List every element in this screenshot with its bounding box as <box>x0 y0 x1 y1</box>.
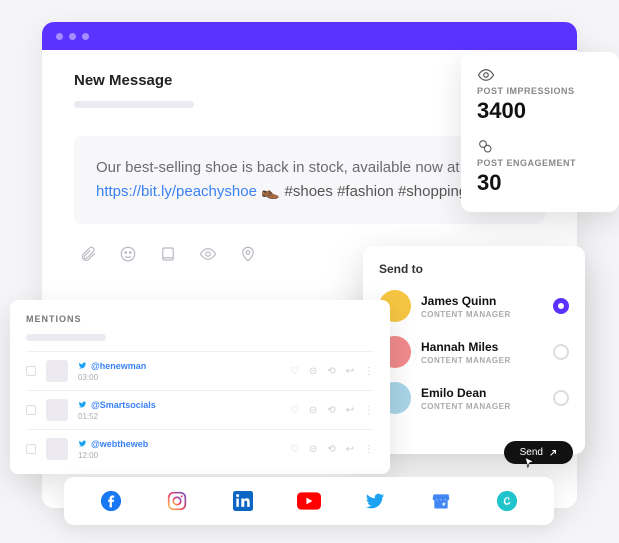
location-icon[interactable] <box>238 244 258 264</box>
message-text: Our best-selling shoe is back in stock, … <box>96 159 460 176</box>
mentions-panel: MENTIONS @henewman03:00♡⊝⟲↩⋮@Smartsocial… <box>10 300 390 474</box>
impressions-value: 3400 <box>477 98 603 124</box>
mention-time: 03:00 <box>78 373 280 382</box>
avatar <box>46 399 68 421</box>
google-business-icon[interactable] <box>429 489 453 513</box>
mention-checkbox[interactable] <box>26 366 36 376</box>
like-icon[interactable]: ♡ <box>290 405 299 416</box>
mention-checkbox[interactable] <box>26 444 36 454</box>
send-button-label: Send <box>520 447 543 458</box>
window-dot[interactable] <box>69 33 76 40</box>
linkedin-icon[interactable] <box>231 489 255 513</box>
mention-time: 12:00 <box>78 451 280 460</box>
engagement-icon <box>477 138 603 154</box>
engagement-value: 30 <box>477 170 603 196</box>
retweet-icon[interactable]: ⟲ <box>327 405 335 416</box>
media-icon[interactable] <box>158 244 178 264</box>
mention-handle[interactable]: @webtheweb <box>78 439 280 449</box>
message-emoji: 👞 <box>261 183 280 200</box>
more-icon[interactable]: ⋮ <box>364 366 374 377</box>
mention-handle[interactable]: @Smartsocials <box>78 400 280 410</box>
mention-row[interactable]: @Smartsocials 01:52 ♡ ⊝ ⟲ ↩ ⋮ <box>26 390 374 429</box>
impressions-icon <box>477 68 603 82</box>
person-row[interactable]: Hannah Miles CONTENT MANAGER <box>379 336 569 368</box>
message-link[interactable]: https://bit.ly/peachyshoe <box>96 183 257 200</box>
instagram-icon[interactable] <box>165 489 189 513</box>
person-radio[interactable] <box>553 390 569 406</box>
send-panel: Send to James QuinnCONTENT MANAGERHannah… <box>363 246 585 454</box>
avatar <box>46 438 68 460</box>
person-radio[interactable] <box>553 344 569 360</box>
person-name: James Quinn <box>421 294 543 308</box>
canva-icon[interactable] <box>495 489 519 513</box>
stats-card: POST IMPRESSIONS 3400 POST ENGAGEMENT 30 <box>461 52 619 212</box>
send-title: Send to <box>379 262 569 276</box>
comment-icon[interactable]: ⊝ <box>309 405 317 416</box>
mention-row[interactable]: @webtheweb 12:00 ♡ ⊝ ⟲ ↩ ⋮ <box>26 429 374 468</box>
window-dot[interactable] <box>56 33 63 40</box>
skeleton <box>74 101 194 108</box>
reply-icon[interactable]: ↩ <box>346 444 354 455</box>
skeleton <box>26 334 106 341</box>
person-row[interactable]: Emilo Dean CONTENT MANAGER <box>379 382 569 414</box>
titlebar <box>42 22 577 50</box>
person-radio[interactable] <box>553 298 569 314</box>
twitter-icon[interactable] <box>363 489 387 513</box>
mention-time: 01:52 <box>78 412 280 421</box>
person-role: CONTENT MANAGER <box>421 310 543 319</box>
retweet-icon[interactable]: ⟲ <box>327 366 335 377</box>
social-bar <box>64 477 554 525</box>
mention-row[interactable]: @henewman 03:00 ♡ ⊝ ⟲ ↩ ⋮ <box>26 351 374 390</box>
avatar <box>46 360 68 382</box>
like-icon[interactable]: ♡ <box>290 444 299 455</box>
mention-checkbox[interactable] <box>26 405 36 415</box>
youtube-icon[interactable] <box>297 489 321 513</box>
message-hashtags: #shoes #fashion #shopping <box>285 183 468 200</box>
emoji-icon[interactable] <box>118 244 138 264</box>
facebook-icon[interactable] <box>99 489 123 513</box>
person-name: Emilo Dean <box>421 386 543 400</box>
like-icon[interactable]: ♡ <box>290 366 299 377</box>
more-icon[interactable]: ⋮ <box>364 405 374 416</box>
person-role: CONTENT MANAGER <box>421 402 543 411</box>
reply-icon[interactable]: ↩ <box>346 366 354 377</box>
comment-icon[interactable]: ⊝ <box>309 366 317 377</box>
impressions-label: POST IMPRESSIONS <box>477 86 603 96</box>
reply-icon[interactable]: ↩ <box>346 405 354 416</box>
engagement-label: POST ENGAGEMENT <box>477 158 603 168</box>
mention-handle[interactable]: @henewman <box>78 361 280 371</box>
person-row[interactable]: James Quinn CONTENT MANAGER <box>379 290 569 322</box>
visibility-icon[interactable] <box>198 244 218 264</box>
more-icon[interactable]: ⋮ <box>364 444 374 455</box>
attach-icon[interactable] <box>78 244 98 264</box>
comment-icon[interactable]: ⊝ <box>309 444 317 455</box>
send-button[interactable]: Send <box>504 441 573 464</box>
mentions-title: MENTIONS <box>26 314 374 324</box>
retweet-icon[interactable]: ⟲ <box>327 444 335 455</box>
person-name: Hannah Miles <box>421 340 543 354</box>
person-role: CONTENT MANAGER <box>421 356 543 365</box>
window-dot[interactable] <box>82 33 89 40</box>
